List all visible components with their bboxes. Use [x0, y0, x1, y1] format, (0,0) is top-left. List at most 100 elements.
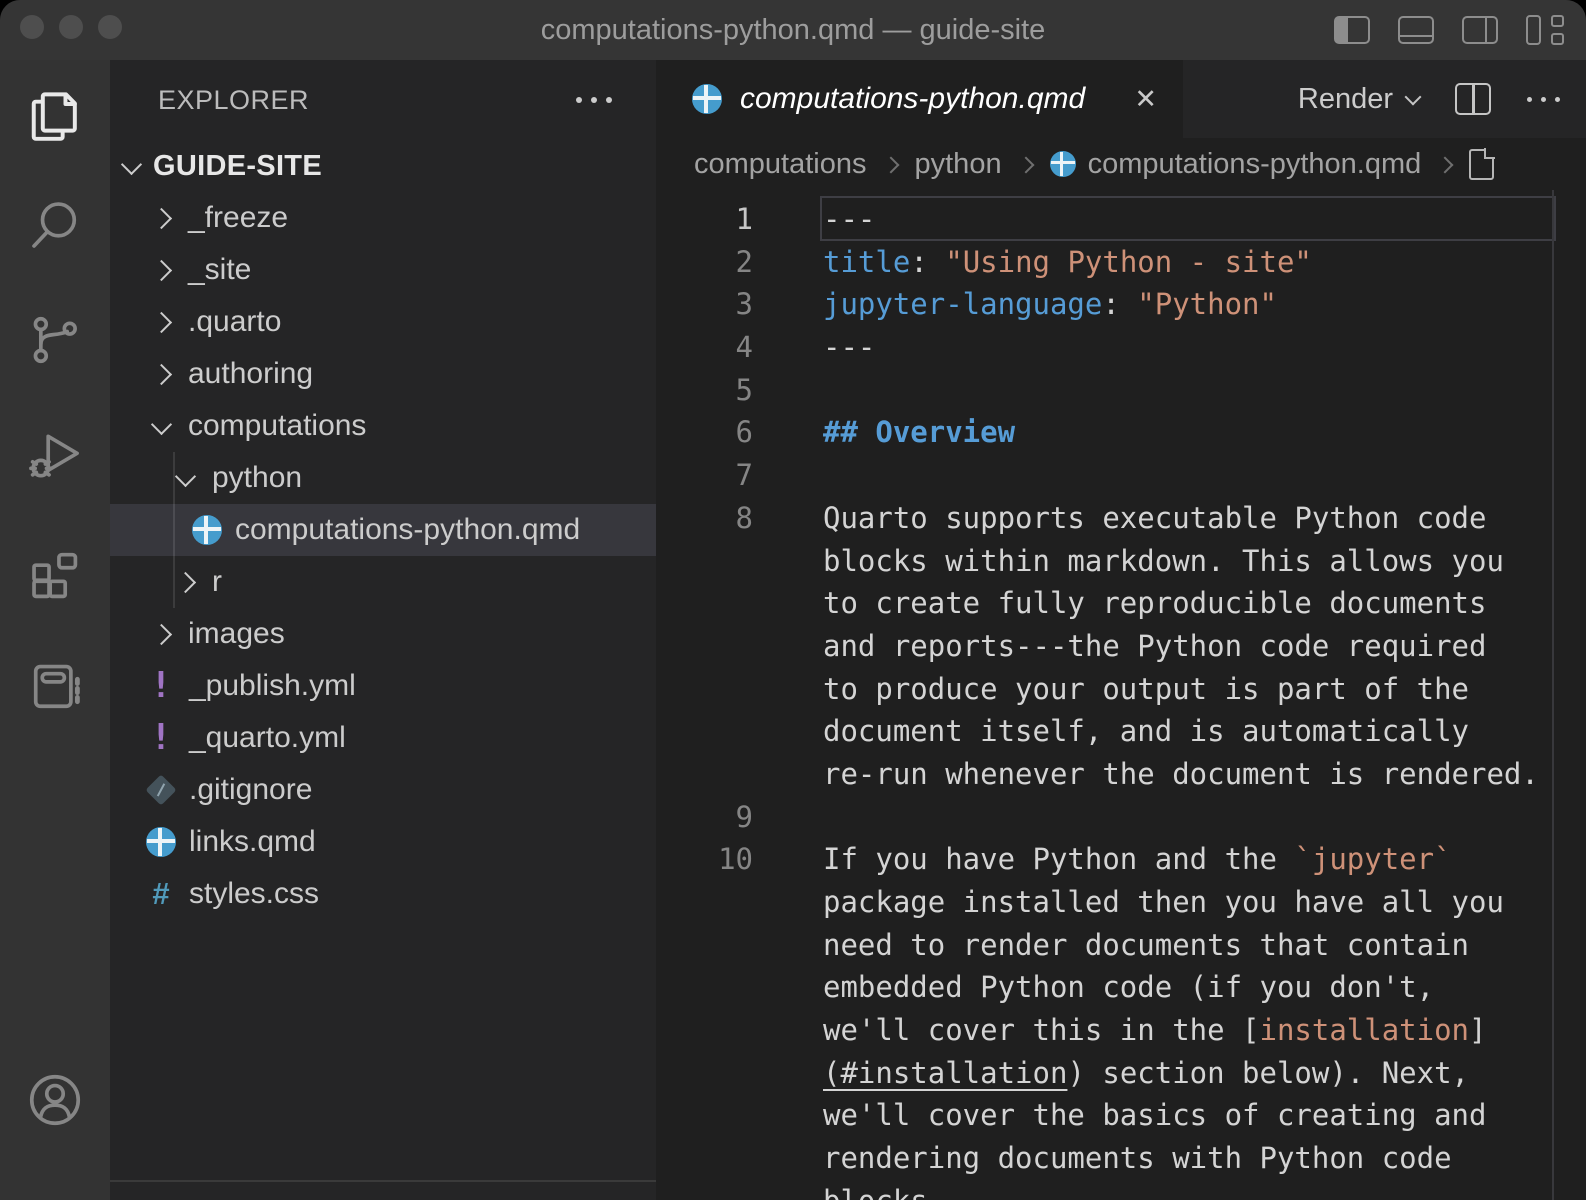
- window-title: computations-python.qmd — guide-site: [541, 14, 1046, 47]
- code-line-content: we'll cover this in the [installation]: [823, 1009, 1486, 1052]
- code-line-content: blocks.: [823, 1180, 945, 1200]
- line-number: 6: [656, 411, 823, 454]
- tree-item-_freeze[interactable]: _freeze: [110, 192, 656, 244]
- tree-item-computations-python.qmd[interactable]: computations-python.qmd: [110, 504, 656, 556]
- quarto-file-icon: [1050, 151, 1076, 177]
- tree-item-_site[interactable]: _site: [110, 244, 656, 296]
- breadcrumb-item-computations-python.qmd[interactable]: computations-python.qmd: [1050, 148, 1422, 181]
- workspace-section-header[interactable]: GUIDE-SITE: [110, 140, 656, 192]
- chevron-right-icon: [174, 575, 196, 590]
- code-line: and reports---the Python code required: [656, 625, 1586, 668]
- chevron-right-icon: [150, 627, 172, 642]
- tree-item-r[interactable]: r: [110, 556, 656, 608]
- editor-group: computations-python.qmd ✕ Render computa…: [656, 60, 1586, 1200]
- code-line: need to render documents that contain: [656, 924, 1586, 967]
- yaml-file-icon: !: [146, 723, 176, 753]
- customize-layout-icon[interactable]: [1526, 15, 1564, 45]
- chevron-down-icon: [150, 421, 172, 432]
- code-line: 5: [656, 369, 1586, 412]
- breadcrumb-item-computations[interactable]: computations: [694, 148, 867, 181]
- line-number: 3: [656, 283, 823, 326]
- code-line-content: title: "Using Python - site": [823, 241, 1312, 284]
- code-line: (#installation) section below). Next,: [656, 1052, 1586, 1095]
- titlebar-layout-controls: [1334, 0, 1564, 60]
- tree-item-styles.css[interactable]: #styles.css: [110, 868, 656, 920]
- code-line: 3jupyter-language: "Python": [656, 283, 1586, 326]
- code-line: we'll cover the basics of creating and: [656, 1094, 1586, 1137]
- chevron-right-icon: [150, 367, 172, 382]
- tree-item-label: python: [212, 461, 302, 495]
- code-line-content: package installed then you have all you: [823, 881, 1504, 924]
- search-icon[interactable]: [19, 189, 91, 261]
- tree-item-images[interactable]: images: [110, 608, 656, 660]
- tree-item-label: _site: [188, 253, 251, 287]
- chevron-right-icon: [150, 315, 172, 330]
- outline-section-header[interactable]: OUTLINE: [110, 1180, 656, 1200]
- extensions-icon[interactable]: [19, 534, 91, 606]
- tree-item-label: computations: [188, 409, 366, 443]
- titlebar: computations-python.qmd — guide-site: [0, 0, 1586, 60]
- more-actions-icon[interactable]: [1527, 97, 1560, 102]
- breadcrumb-item-python[interactable]: python: [915, 148, 1002, 181]
- render-button[interactable]: Render: [1298, 83, 1419, 116]
- tab-bar: computations-python.qmd ✕ Render: [656, 60, 1586, 138]
- zoom-window-button[interactable]: [98, 15, 122, 39]
- code-line: 6## Overview: [656, 411, 1586, 454]
- line-number: 2: [656, 241, 823, 284]
- tree-item-label: images: [188, 617, 285, 651]
- code-line-content: rendering documents with Python code: [823, 1137, 1452, 1180]
- tree-item-authoring[interactable]: authoring: [110, 348, 656, 400]
- code-line-content: If you have Python and the `jupyter`: [823, 838, 1452, 881]
- explorer-sidebar: EXPLORER GUIDE-SITE _freeze _site .quartoa…: [110, 60, 656, 1200]
- close-tab-icon[interactable]: ✕: [1134, 86, 1157, 113]
- yaml-file-icon: !: [146, 671, 176, 701]
- close-window-button[interactable]: [20, 15, 44, 39]
- line-number: [656, 881, 823, 924]
- code-line-content: jupyter-language: "Python": [823, 283, 1277, 326]
- line-number: 7: [656, 454, 823, 497]
- split-editor-icon[interactable]: [1455, 83, 1491, 115]
- tree-item-links.qmd[interactable]: links.qmd: [110, 816, 656, 868]
- chevron-down-icon: [121, 153, 142, 174]
- code-line: 2title: "Using Python - site": [656, 241, 1586, 284]
- line-number: [656, 582, 823, 625]
- tree-item-label: _publish.yml: [189, 669, 356, 703]
- explorer-more-actions-icon[interactable]: [576, 97, 612, 103]
- tree-item-_quarto.yml[interactable]: !_quarto.yml: [110, 712, 656, 764]
- tree-item-.gitignore[interactable]: .gitignore: [110, 764, 656, 816]
- line-number: [656, 1009, 823, 1052]
- breadcrumb-item[interactable]: [1469, 149, 1494, 180]
- chevron-right-icon: [150, 263, 172, 278]
- tab-label: computations-python.qmd: [740, 82, 1085, 116]
- source-control-icon[interactable]: [19, 304, 91, 376]
- tree-item-label: computations-python.qmd: [235, 513, 580, 547]
- quarto-assist-icon[interactable]: [19, 649, 91, 721]
- line-number: [656, 753, 823, 796]
- code-line: blocks.: [656, 1180, 1586, 1200]
- tab-computations-python[interactable]: computations-python.qmd ✕: [656, 60, 1183, 138]
- code-editor[interactable]: 1---2title: "Using Python - site"3jupyte…: [656, 190, 1586, 1200]
- code-line: blocks within markdown. This allows you: [656, 540, 1586, 583]
- toggle-primary-sidebar-icon[interactable]: [1334, 16, 1370, 44]
- quarto-file-icon: [146, 827, 176, 857]
- accounts-icon[interactable]: [19, 1064, 91, 1136]
- tree-item-label: r: [212, 565, 222, 599]
- tree-item-computations[interactable]: computations: [110, 400, 656, 452]
- tree-item-_publish.yml[interactable]: ! _publish.yml: [110, 660, 656, 712]
- tree-item-python[interactable]: python: [110, 452, 656, 504]
- toggle-panel-icon[interactable]: [1398, 16, 1434, 44]
- explorer-title: EXPLORER: [158, 85, 309, 116]
- editor-right-rule: [1552, 190, 1554, 1200]
- code-line: 4---: [656, 326, 1586, 369]
- tree-item-label: _freeze: [188, 201, 288, 235]
- toggle-secondary-sidebar-icon[interactable]: [1462, 16, 1498, 44]
- code-line: 7: [656, 454, 1586, 497]
- editor-actions: Render: [1298, 60, 1560, 138]
- tree-item-.quarto[interactable]: .quarto: [110, 296, 656, 348]
- code-line-content: re-run whenever the document is rendered…: [823, 753, 1539, 796]
- line-number: [656, 668, 823, 711]
- minimize-window-button[interactable]: [59, 15, 83, 39]
- run-debug-icon[interactable]: [19, 419, 91, 491]
- explorer-icon[interactable]: [19, 81, 91, 153]
- line-number: [656, 1052, 823, 1095]
